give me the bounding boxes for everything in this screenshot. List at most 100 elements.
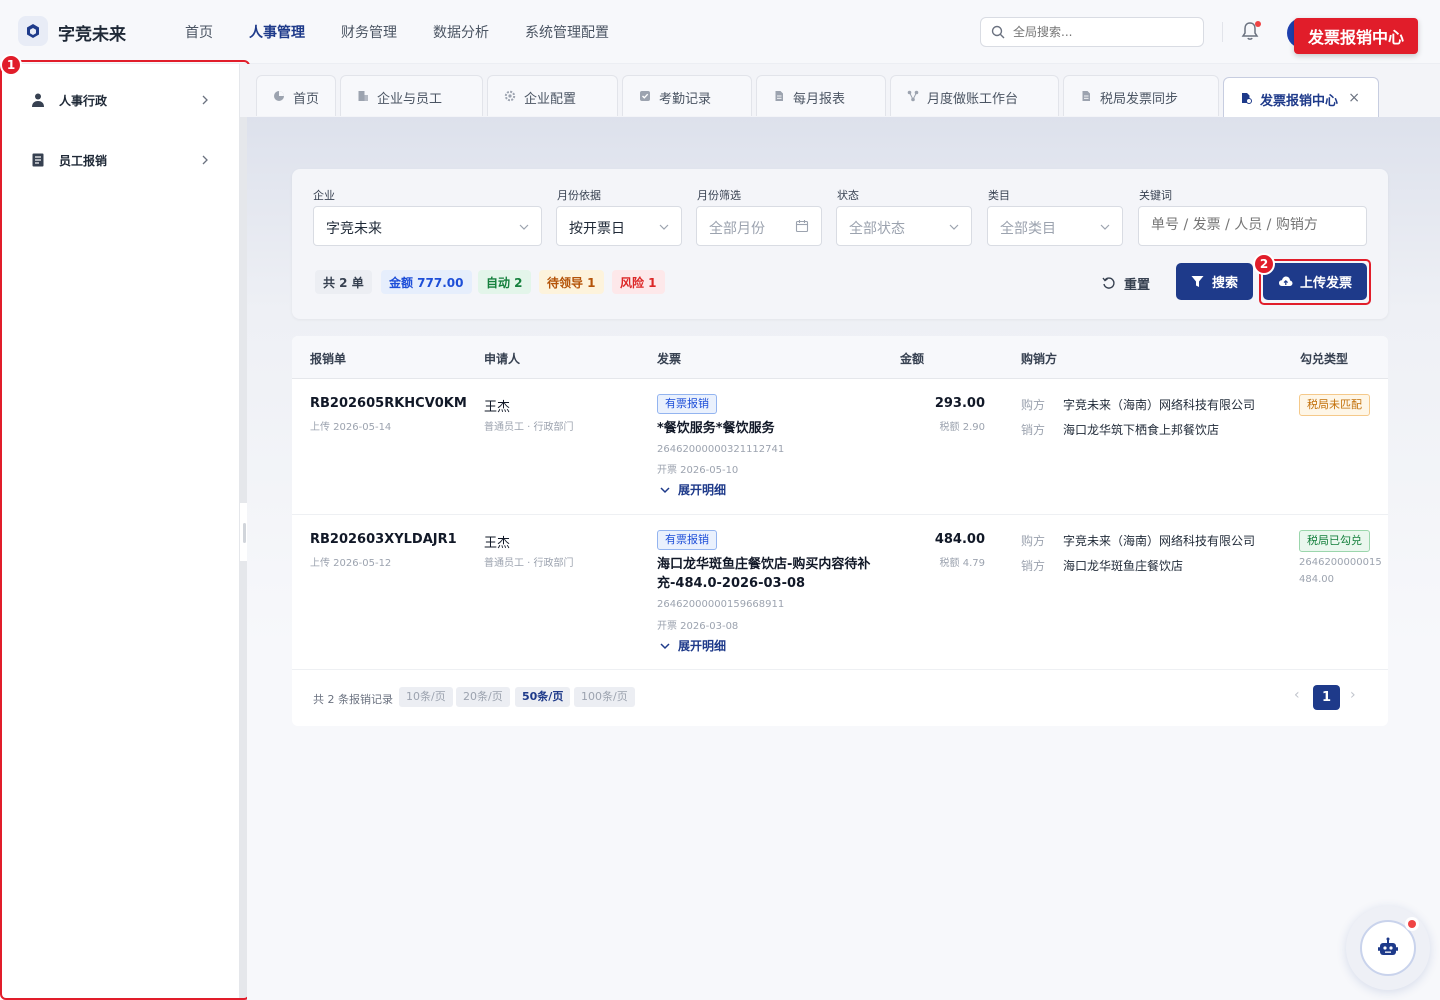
filter-label-category: 类目 — [988, 189, 1010, 202]
status-placeholder: 全部状态 — [849, 221, 905, 237]
annotation-badge: 1 — [0, 54, 22, 76]
column-header: 发票 — [657, 352, 682, 366]
applicant-name: 王杰 — [484, 400, 511, 415]
close-icon[interactable]: × — [1348, 90, 1360, 106]
keyword-input[interactable] — [1151, 217, 1351, 233]
logo-icon[interactable] — [18, 16, 48, 46]
seller-label: 销方 — [1021, 559, 1046, 573]
reset-label: 重置 — [1124, 277, 1151, 293]
sidebar-item-expense[interactable]: 员工报销 — [0, 140, 240, 180]
upload-date: 上传 2026-05-12 — [310, 558, 392, 569]
current-page-button[interactable]: 1 — [1313, 685, 1340, 710]
summary-pending-chip[interactable]: 待领导 1 — [539, 270, 604, 294]
sidebar-item-hr-admin[interactable]: 人事行政 — [0, 80, 240, 120]
tab-invoice-center[interactable]: 发票报销中心 × — [1223, 77, 1379, 117]
company-select[interactable]: 字竞未来 — [313, 206, 542, 246]
table-row[interactable]: RB202603XYLDAJR1 上传 2026-05-12 王杰 普通员工 ·… — [292, 515, 1388, 670]
chevron-down-icon — [949, 224, 959, 230]
table-row[interactable]: RB202605RKHCV0KM 上传 2026-05-14 王杰 普通员工 ·… — [292, 379, 1388, 515]
filter-label-month-basis: 月份依据 — [557, 189, 601, 202]
reimbursement-number[interactable]: RB202603XYLDAJR1 — [310, 532, 457, 547]
filter-label-keyword: 关键词 — [1139, 189, 1172, 202]
robot-icon — [1378, 937, 1398, 955]
applicant-name: 王杰 — [484, 536, 511, 551]
status-select[interactable]: 全部状态 — [836, 206, 972, 246]
sidebar: 人事行政 员工报销 — [0, 64, 240, 1000]
expand-label: 展开明细 — [678, 483, 727, 497]
tab-monthly-report[interactable]: 每月报表 — [756, 75, 886, 116]
filter-icon — [1191, 276, 1204, 287]
sidebar-item-label: 员工报销 — [59, 153, 108, 168]
page-size-option[interactable]: 100条/页 — [574, 687, 635, 707]
global-search-input[interactable] — [1013, 22, 1193, 42]
global-search[interactable] — [980, 17, 1204, 47]
record-count: 共 2 条报销记录 — [313, 693, 393, 706]
network-icon — [907, 90, 919, 102]
category-placeholder: 全部类目 — [1000, 221, 1056, 237]
table-header: 报销单 申请人 发票 金额 购销方 勾兑类型 — [292, 336, 1388, 379]
summary-risk-chip[interactable]: 风险 1 — [612, 270, 665, 294]
nav-system-config[interactable]: 系统管理配置 — [525, 22, 609, 42]
upload-invoice-button[interactable]: 上传发票 — [1263, 263, 1367, 300]
tab-bookkeeping-workbench[interactable]: 月度做账工作台 — [890, 75, 1059, 116]
page-callout-title: 发票报销中心 — [1294, 18, 1418, 54]
upload-label: 上传发票 — [1299, 276, 1352, 291]
nav-hr[interactable]: 人事管理 — [249, 22, 305, 42]
prev-page-button[interactable]: ‹ — [1294, 687, 1300, 703]
month-picker[interactable]: 全部月份 — [696, 206, 822, 246]
tab-home[interactable]: 首页 — [256, 75, 336, 116]
expand-details-button[interactable]: 展开明细 — [659, 637, 726, 654]
expand-label: 展开明细 — [678, 639, 727, 653]
invoice-icon — [1242, 93, 1252, 104]
reset-button[interactable]: 重置 — [1102, 272, 1150, 294]
chevron-down-icon — [519, 224, 529, 230]
search-button[interactable]: 搜索 — [1176, 263, 1253, 300]
tab-company-config[interactable]: 企业配置 — [487, 75, 618, 116]
brand-name: 字竞未来 — [58, 25, 126, 45]
chevron-down-icon — [659, 224, 669, 230]
invoice-number: 26462000000321112741 — [657, 444, 785, 455]
gear-icon — [504, 90, 516, 102]
column-header: 金额 — [900, 352, 925, 366]
invoice-title: *餐饮服务*餐饮服务 — [657, 421, 775, 436]
category-select[interactable]: 全部类目 — [987, 206, 1123, 246]
applicant-dept: 普通员工 · 行政部门 — [484, 422, 574, 433]
chevron-down-icon — [1100, 224, 1110, 230]
chevron-right-icon — [202, 155, 208, 165]
nav-analytics[interactable]: 数据分析 — [433, 22, 489, 42]
page-size-option[interactable]: 50条/页 — [515, 687, 571, 707]
invoice-date: 开票 2026-05-10 — [657, 465, 739, 476]
annotation-badge: 2 — [1253, 253, 1275, 275]
page-size-option[interactable]: 10条/页 — [399, 687, 453, 707]
invoice-title: 海口龙华斑鱼庄餐饮店-购买内容待补充-484.0-2026-03-08 — [657, 557, 871, 591]
filter-label-month: 月份筛选 — [697, 189, 741, 202]
tab-company-employees[interactable]: 企业与员工 — [340, 75, 483, 116]
search-icon — [991, 25, 1005, 39]
cloud-upload-icon — [1278, 276, 1293, 286]
amount: 484.00 — [934, 532, 985, 547]
tab-tax-invoice-sync[interactable]: 税局发票同步 — [1063, 75, 1219, 116]
nav-home[interactable]: 首页 — [185, 22, 213, 42]
receipt-icon — [32, 153, 44, 167]
expense-table: 报销单 申请人 发票 金额 购销方 勾兑类型 RB202605RKHCV0KM … — [292, 336, 1388, 726]
summary-auto-chip[interactable]: 自动 2 — [478, 270, 531, 294]
tab-attendance[interactable]: 考勤记录 — [622, 75, 752, 116]
nav-finance[interactable]: 财务管理 — [341, 22, 397, 42]
month-basis-select[interactable]: 按开票日 — [556, 206, 682, 246]
next-page-button[interactable]: › — [1350, 687, 1356, 703]
expand-details-button[interactable]: 展开明细 — [659, 481, 726, 498]
tax-amount: 税额 4.79 — [939, 558, 985, 569]
tab-label: 企业与员工 — [377, 92, 443, 107]
keyword-field[interactable] — [1138, 206, 1367, 246]
upload-date: 上传 2026-05-14 — [310, 422, 392, 433]
month-basis-value: 按开票日 — [569, 221, 625, 237]
buyer-label: 购方 — [1021, 534, 1046, 548]
column-header: 报销单 — [310, 352, 347, 366]
pie-chart-icon — [274, 91, 284, 101]
search-label: 搜索 — [1211, 276, 1238, 291]
summary-total-chip: 共 2 单 — [315, 270, 372, 294]
invoice-type-tag: 有票报销 — [657, 394, 717, 414]
building-icon — [358, 91, 368, 101]
reimbursement-number[interactable]: RB202605RKHCV0KM — [310, 396, 467, 411]
page-size-option[interactable]: 20条/页 — [456, 687, 510, 707]
